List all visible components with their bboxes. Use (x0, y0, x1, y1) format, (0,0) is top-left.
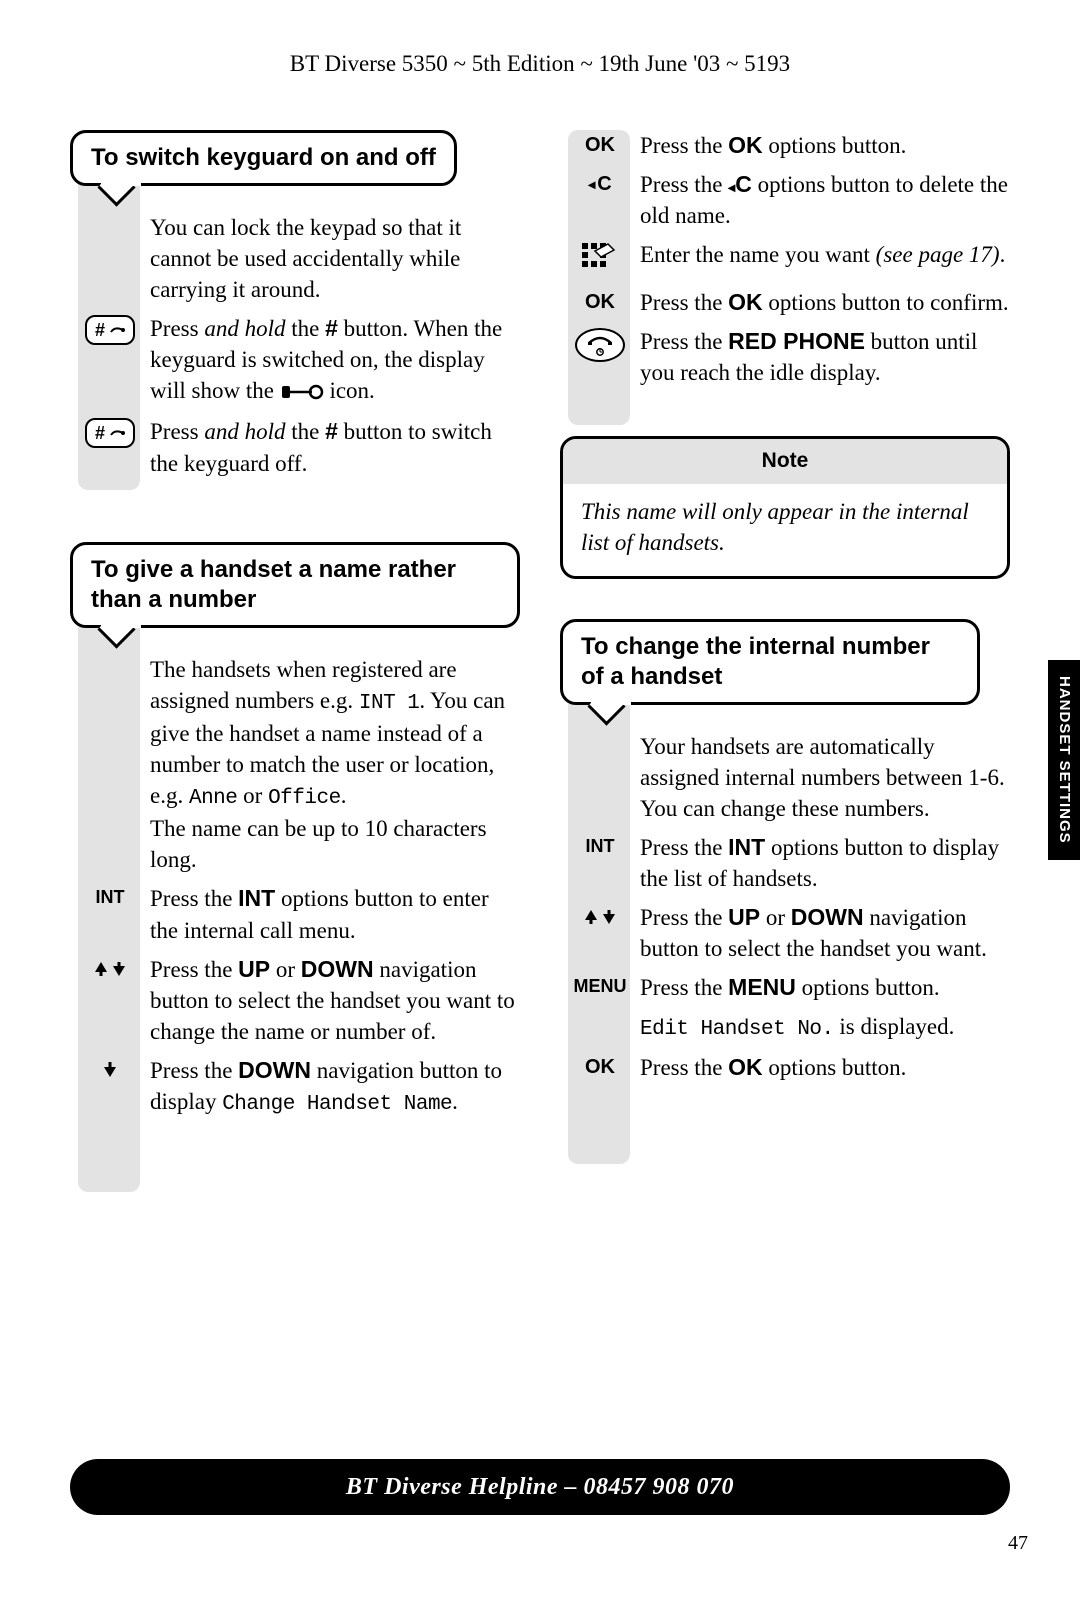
right-column: OK Press the OK options button. ◂C Press… (560, 130, 1010, 1172)
menu-label-icon: MENU (574, 974, 627, 998)
note-body: This name will only appear in the intern… (581, 496, 989, 558)
intro-text: You can lock the keypad so that it canno… (150, 212, 520, 305)
hash-key-icon: # (85, 315, 135, 345)
step-text: Press and hold the # button. When the ke… (150, 313, 520, 408)
int-label-icon: INT (96, 885, 125, 909)
intro-text: Your handsets are automatically assigned… (640, 731, 1010, 824)
step-text: Press the RED PHONE button until you rea… (640, 326, 1010, 388)
step-ok2: OK Press the OK options button to confir… (560, 287, 1010, 318)
step-text: Press the ◂C options button to delete th… (640, 169, 1010, 231)
hash-key-icon: # (85, 418, 135, 448)
content-area: To switch keyguard on and off You can lo… (70, 130, 1010, 1172)
heading-keyguard: To switch keyguard on and off (70, 130, 457, 186)
heading-text: To switch keyguard on and off (91, 144, 436, 171)
step-text: Edit Handset No. is displayed. (640, 1011, 1010, 1044)
heading-name-handset: To give a handset a name rather than a n… (70, 542, 520, 628)
step-text: Press the OK options button to confirm. (640, 287, 1010, 318)
intro-text: The handsets when registered are assigne… (150, 654, 520, 876)
section-change-number: To change the internal number of a hands… (560, 619, 1010, 1102)
step-text: Press the INT options button to display … (640, 832, 1010, 894)
heading-text: To give a handset a name rather than a n… (91, 556, 456, 613)
int-label-icon: INT (586, 834, 615, 858)
keypad-icon (580, 241, 620, 279)
page-header: BT Diverse 5350 ~ 5th Edition ~ 19th Jun… (0, 0, 1080, 79)
left-column: To switch keyguard on and off You can lo… (70, 130, 520, 1172)
down-arrow-icon (101, 1057, 119, 1088)
step-ok1: OK Press the OK options button. (560, 130, 1010, 161)
footer-helpline: BT Diverse Helpline – 08457 908 070 (70, 1459, 1010, 1515)
step-text: Enter the name you want (see page 17). (640, 239, 1010, 270)
step-text: Press the OK options button. (640, 1052, 1010, 1083)
section-keyguard: To switch keyguard on and off You can lo… (70, 130, 520, 497)
step-text: Press the MENU options button. (640, 972, 1010, 1003)
note-title: Note (563, 439, 1007, 483)
ok-label-icon: OK (585, 289, 615, 316)
step-text: Press the OK options button. (640, 130, 1010, 161)
step-text: Press the UP or DOWN navigation button t… (150, 954, 520, 1047)
up-down-arrows-icon (93, 956, 127, 987)
step-ok: OK Press the OK options button. (560, 1052, 1010, 1083)
heading-text: To change the internal number of a hands… (581, 633, 930, 690)
key-lock-icon (280, 377, 324, 408)
c-back-label-icon: ◂C (588, 171, 611, 198)
right-steps-block: OK Press the OK options button. ◂C Press… (560, 130, 1010, 406)
heading-change-number: To change the internal number of a hands… (560, 619, 980, 705)
step-text: Press the INT options button to enter th… (150, 883, 520, 945)
ok-label-icon: OK (585, 1054, 615, 1081)
step-text: Press and hold the # button to switch th… (150, 416, 520, 478)
red-phone-icon (575, 328, 625, 362)
page-number: 47 (1008, 1530, 1028, 1557)
up-down-arrows-icon (583, 904, 617, 935)
step-text: Press the UP or DOWN navigation button t… (640, 902, 1010, 964)
section-name-handset: To give a handset a name rather than a n… (70, 542, 520, 1138)
step-enter-name: Enter the name you want (see page 17). (560, 239, 1010, 279)
step-text: Press the DOWN navigation button to disp… (150, 1055, 520, 1119)
side-tab: HANDSET SETTINGS (1048, 660, 1080, 860)
ok-label-icon: OK (585, 132, 615, 159)
note-box: Note This name will only appear in the i… (560, 436, 1010, 578)
